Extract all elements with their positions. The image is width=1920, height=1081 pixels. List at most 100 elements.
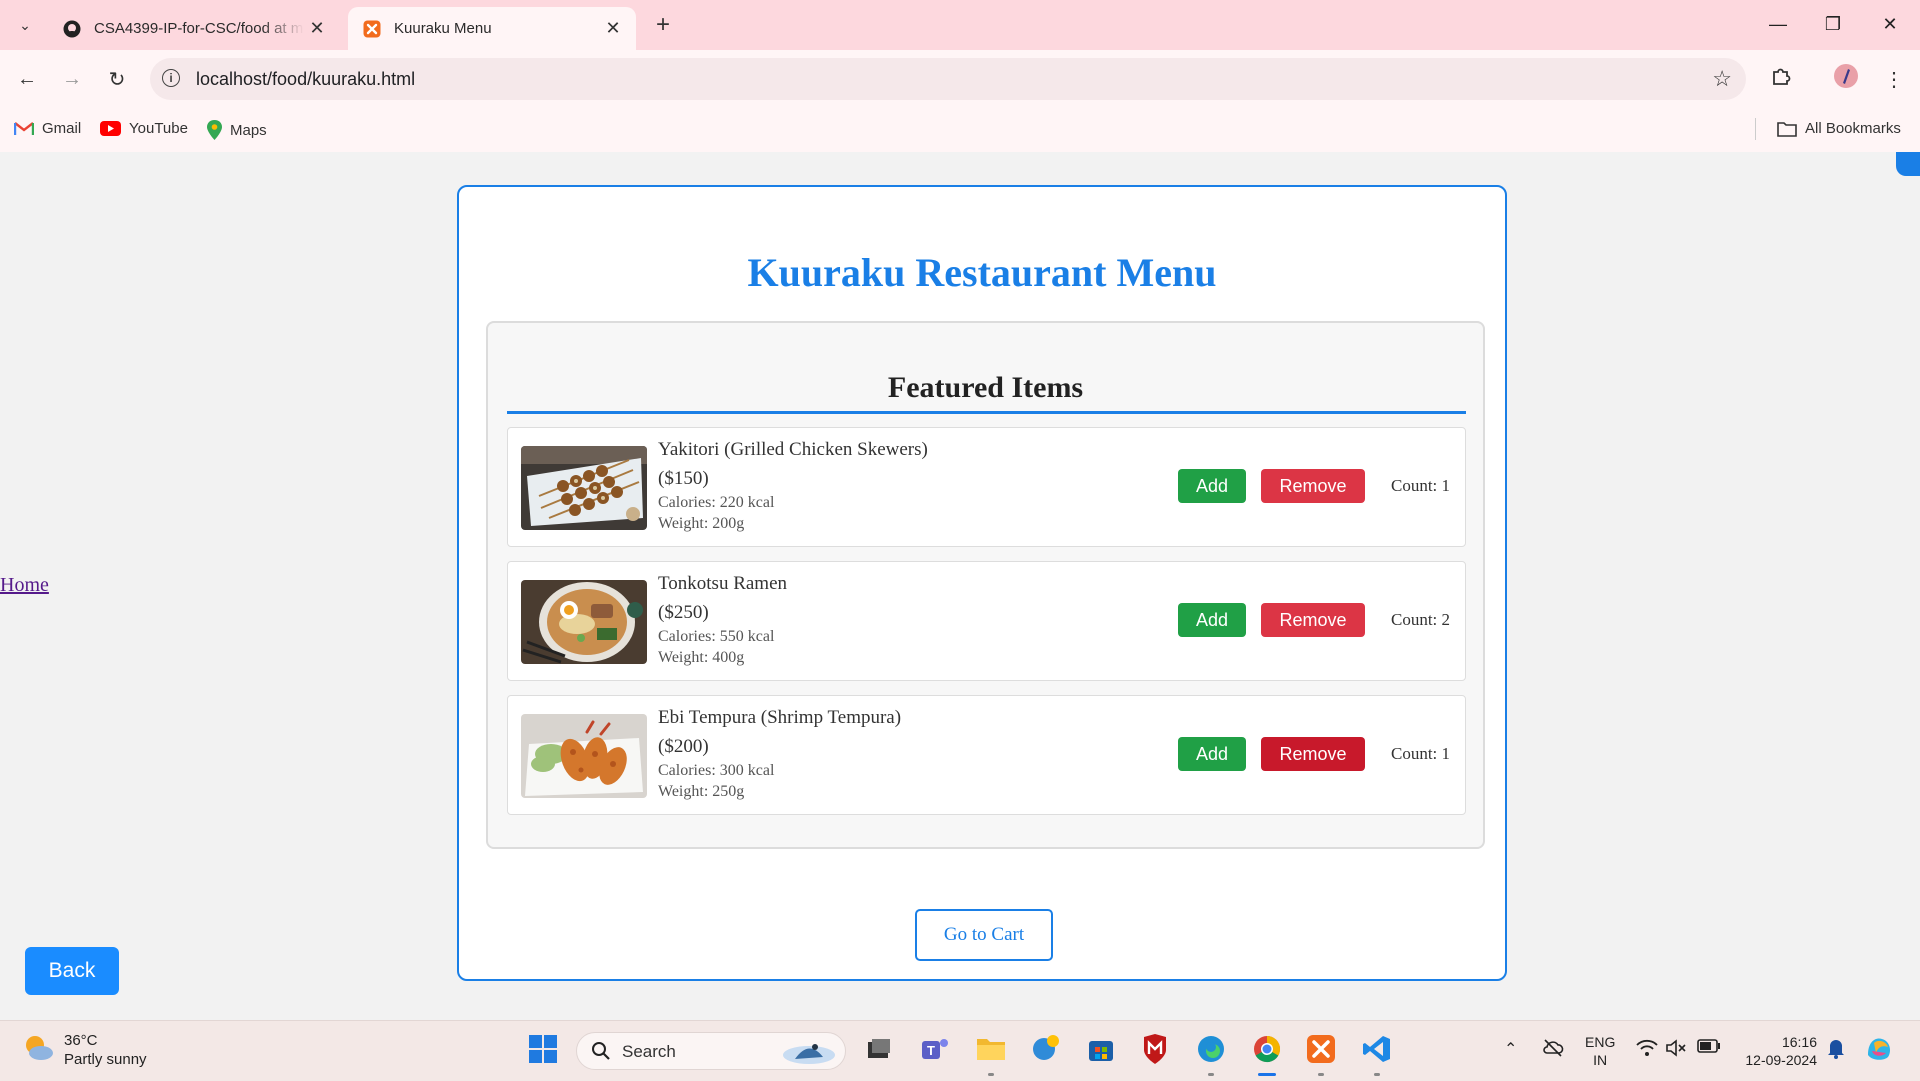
onedrive-offline-icon[interactable] bbox=[1542, 1039, 1564, 1062]
file-explorer-app[interactable] bbox=[974, 1034, 1008, 1068]
search-label: Search bbox=[622, 1042, 676, 1061]
chevron-up-icon[interactable]: ⌃ bbox=[1504, 1039, 1517, 1059]
notification-bell-icon[interactable] bbox=[1826, 1037, 1846, 1064]
arrow-left-icon: ← bbox=[17, 67, 37, 90]
menu-card: Kuuraku Restaurant Menu Featured Items Y… bbox=[457, 185, 1507, 981]
item-info: Tonkotsu Ramen ($250) Calories: 550 kcal… bbox=[658, 572, 787, 668]
store-app[interactable] bbox=[1084, 1034, 1118, 1068]
chrome-app[interactable] bbox=[1250, 1034, 1284, 1068]
gmail-icon bbox=[14, 121, 34, 136]
all-bookmarks-button[interactable]: All Bookmarks bbox=[1777, 120, 1901, 137]
browser-menu-button[interactable]: ⋮ bbox=[1877, 62, 1911, 96]
taskbar-search[interactable]: Search bbox=[576, 1032, 846, 1070]
close-window-button[interactable]: ✕ bbox=[1870, 8, 1910, 40]
partly-sunny-icon bbox=[22, 1033, 54, 1068]
section-title: Featured Items bbox=[887, 371, 1084, 404]
search-highlight-icon bbox=[779, 1035, 839, 1074]
restore-button[interactable]: ❐ bbox=[1813, 8, 1853, 40]
bookmark-star-icon[interactable]: ☆ bbox=[1712, 66, 1732, 92]
folder-icon bbox=[976, 1036, 1006, 1067]
remove-button[interactable]: Remove bbox=[1261, 737, 1365, 771]
close-icon[interactable]: ✕ bbox=[304, 16, 330, 42]
page-viewport: Home Kuuraku Restaurant Menu Featured It… bbox=[0, 152, 1920, 1020]
item-count: Count: 2 bbox=[1391, 610, 1451, 629]
featured-items-section: Featured Items Yakitori (Grilled Chicken… bbox=[486, 321, 1485, 849]
close-icon: ✕ bbox=[1882, 13, 1898, 34]
copilot-icon[interactable] bbox=[1864, 1033, 1894, 1068]
xampp-app[interactable] bbox=[1304, 1034, 1338, 1068]
bookmark-maps[interactable]: Maps bbox=[207, 120, 267, 140]
clock-time: 16:16 bbox=[1781, 1034, 1817, 1050]
chrome-icon bbox=[1252, 1034, 1282, 1069]
item-name: Yakitori (Grilled Chicken Skewers) bbox=[658, 439, 928, 460]
tab-title: CSA4399-IP-for-CSC/food at main bbox=[94, 20, 304, 37]
floating-widget-tab[interactable] bbox=[1896, 152, 1920, 176]
minimize-button[interactable]: — bbox=[1758, 8, 1798, 40]
add-button[interactable]: Add bbox=[1178, 737, 1246, 771]
battery-icon[interactable] bbox=[1697, 1039, 1721, 1058]
add-button[interactable]: Add bbox=[1178, 469, 1246, 503]
item-calories: Calories: 220 kcal bbox=[658, 494, 775, 511]
item-calories: Calories: 550 kcal bbox=[658, 628, 775, 645]
bookmark-gmail[interactable]: Gmail bbox=[14, 120, 81, 137]
xampp-icon bbox=[362, 19, 382, 39]
close-icon[interactable]: ✕ bbox=[600, 16, 626, 42]
youtube-icon bbox=[100, 121, 121, 136]
windows-start-button[interactable] bbox=[526, 1034, 560, 1068]
tab-kuuraku-menu[interactable]: Kuuraku Menu ✕ bbox=[348, 7, 636, 50]
vscode-app[interactable] bbox=[1360, 1034, 1394, 1068]
task-view-button[interactable] bbox=[862, 1034, 896, 1068]
back-button[interactable]: Back bbox=[25, 947, 119, 995]
minimize-icon: — bbox=[1769, 13, 1787, 34]
speaker-muted-icon[interactable] bbox=[1666, 1039, 1688, 1062]
reload-button[interactable]: ↻ bbox=[100, 62, 134, 96]
restore-icon: ❐ bbox=[1824, 13, 1842, 34]
ramen-image bbox=[521, 580, 647, 664]
extensions-button[interactable] bbox=[1764, 62, 1798, 96]
address-bar[interactable]: i localhost/food/kuuraku.html ☆ bbox=[150, 58, 1746, 100]
svg-text:T: T bbox=[927, 1043, 935, 1058]
item-name: Tonkotsu Ramen bbox=[658, 573, 788, 594]
item-price: ($150) bbox=[658, 468, 709, 489]
item-price: ($250) bbox=[658, 602, 709, 623]
teams-app[interactable]: T bbox=[918, 1034, 952, 1068]
language-indicator[interactable]: ENG IN bbox=[1585, 1033, 1615, 1069]
item-count: Count: 1 bbox=[1391, 744, 1451, 763]
item-price: ($200) bbox=[658, 736, 709, 757]
forward-nav-button[interactable]: → bbox=[55, 62, 89, 96]
new-tab-button[interactable]: + bbox=[650, 11, 676, 38]
item-calories: Calories: 300 kcal bbox=[658, 762, 775, 779]
plus-icon: + bbox=[655, 11, 670, 38]
profile-avatar[interactable] bbox=[1829, 62, 1863, 96]
yakitori-image bbox=[521, 446, 647, 530]
weather-app[interactable] bbox=[1029, 1034, 1063, 1068]
weather-desc: Partly sunny bbox=[64, 1051, 147, 1068]
tab-search-dropdown[interactable]: ⌄ bbox=[10, 10, 40, 40]
teams-icon: T bbox=[920, 1035, 950, 1068]
item-weight: Weight: 200g bbox=[658, 515, 745, 532]
tab-strip: ⌄ CSA4399-IP-for-CSC/food at main ✕ Kuur… bbox=[0, 0, 1920, 50]
maps-icon bbox=[207, 120, 222, 140]
remove-button[interactable]: Remove bbox=[1261, 603, 1365, 637]
mcafee-app[interactable] bbox=[1138, 1033, 1172, 1068]
edge-app[interactable] bbox=[1194, 1034, 1228, 1068]
home-link[interactable]: Home bbox=[0, 574, 49, 597]
windows-logo-icon bbox=[528, 1034, 558, 1069]
site-info-icon[interactable]: i bbox=[162, 69, 180, 87]
github-icon bbox=[62, 19, 82, 39]
go-to-cart-button[interactable]: Go to Cart bbox=[915, 909, 1053, 961]
weather-widget[interactable]: 36°C Partly sunny bbox=[22, 1031, 147, 1069]
tab-github[interactable]: CSA4399-IP-for-CSC/food at main ✕ bbox=[48, 7, 340, 50]
wifi-icon[interactable] bbox=[1636, 1039, 1658, 1062]
bookmark-youtube[interactable]: YouTube bbox=[100, 120, 188, 137]
chevron-down-icon: ⌄ bbox=[19, 16, 31, 33]
back-nav-button[interactable]: ← bbox=[10, 62, 44, 96]
add-button[interactable]: Add bbox=[1178, 603, 1246, 637]
remove-button[interactable]: Remove bbox=[1261, 469, 1365, 503]
tempura-image bbox=[521, 714, 647, 798]
arrow-right-icon: → bbox=[62, 67, 82, 90]
item-name: Ebi Tempura (Shrimp Tempura) bbox=[658, 707, 902, 728]
item-count: Count: 1 bbox=[1391, 476, 1451, 495]
section-divider bbox=[507, 411, 1466, 414]
system-clock[interactable]: 16:16 12-09-2024 bbox=[1737, 1033, 1817, 1069]
